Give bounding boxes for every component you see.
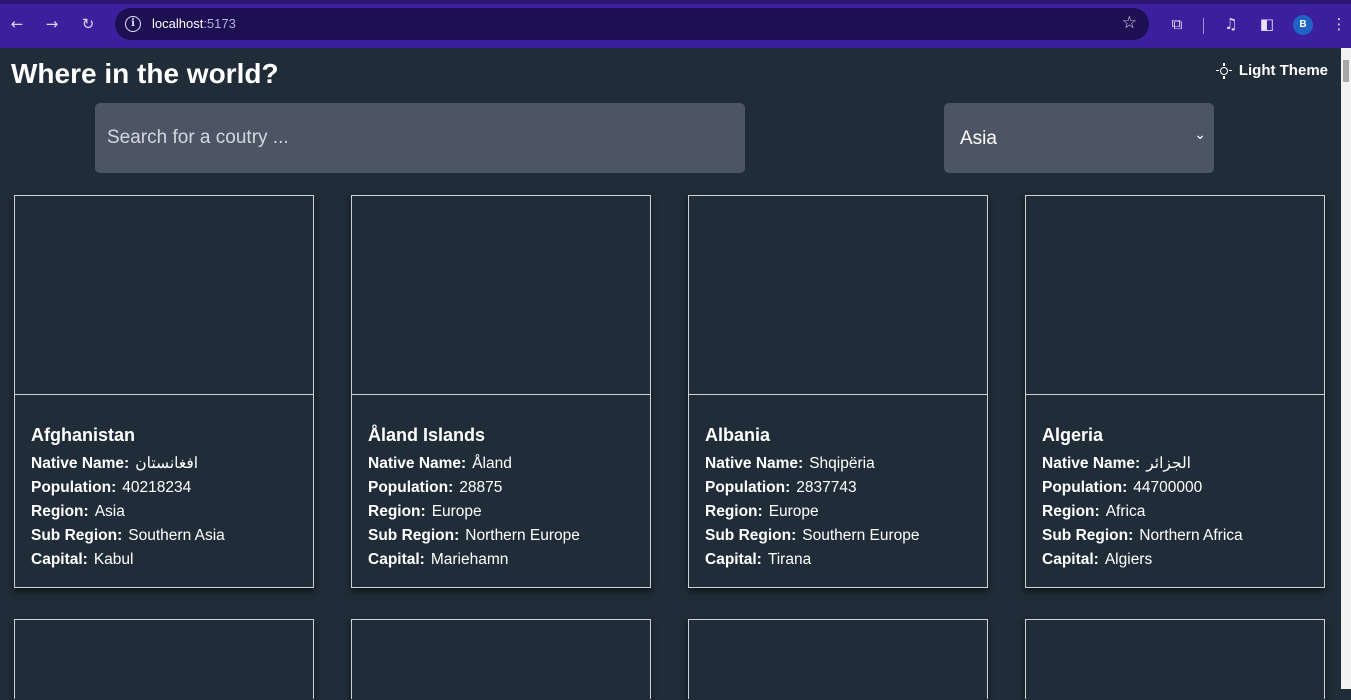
bookmark-star-icon[interactable]: ☆ [1122, 13, 1137, 33]
toolbar-divider [1203, 18, 1204, 34]
address-bar[interactable]: i localhost:5173 ☆ [115, 8, 1149, 40]
native-name-row: Native Name: الجزائر [1042, 455, 1191, 472]
sub-region-row: Sub Region: Southern Europe [705, 527, 920, 544]
url-text[interactable]: localhost:5173 [152, 16, 236, 31]
country-flag-image [689, 196, 987, 395]
country-flag-image [15, 620, 313, 700]
population-row: Population: 28875 [368, 479, 503, 496]
region-filter-select[interactable]: Asia ⌄ [944, 103, 1214, 173]
region-filter-value: Asia [960, 128, 997, 149]
reload-icon[interactable]: ↻ [77, 13, 99, 35]
country-card[interactable]: Åland Islands Native Name: Åland Populati… [351, 195, 651, 588]
country-card[interactable] [1025, 619, 1325, 700]
native-name-row: Native Name: افغانستان [31, 455, 199, 472]
forward-arrow-icon[interactable]: → [41, 13, 63, 35]
country-card[interactable] [688, 619, 988, 700]
site-info-icon[interactable]: i [125, 16, 141, 32]
profile-avatar[interactable]: B [1293, 15, 1313, 35]
extensions-icon[interactable]: ⧉ [1166, 13, 1188, 35]
population-row: Population: 40218234 [31, 479, 192, 496]
capital-row: Capital: Tirana [705, 551, 812, 568]
country-flag-image [689, 620, 987, 700]
side-panel-icon[interactable]: ◧ [1256, 13, 1278, 35]
search-input[interactable] [95, 103, 745, 173]
capital-row: Capital: Mariehamn [368, 551, 509, 568]
region-row: Region: Europe [368, 503, 482, 520]
country-name: Åland Islands [368, 425, 486, 445]
country-flag-image [352, 196, 650, 395]
sub-region-row: Sub Region: Northern Europe [368, 527, 580, 544]
country-flag-image [15, 196, 313, 395]
media-control-icon[interactable]: ♫ [1220, 13, 1242, 35]
country-flag-image [1026, 196, 1324, 395]
country-name: Algeria [1042, 425, 1104, 445]
theme-toggle-label: Light Theme [1238, 62, 1328, 79]
theme-toggle-button[interactable]: Light Theme [1215, 62, 1328, 79]
sub-region-row: Sub Region: Northern Africa [1042, 527, 1243, 544]
browser-toolbar: ← → ↻ i localhost:5173 ☆ ⧉ ♫ ◧ B ⋮ [0, 0, 1351, 48]
country-card[interactable]: Albania Native Name: Shqipëria Population… [688, 195, 988, 588]
country-card[interactable]: Afghanistan Native Name: افغانستان Popula… [14, 195, 314, 588]
country-name: Albania [705, 425, 771, 445]
population-row: Population: 44700000 [1042, 479, 1203, 496]
native-name-row: Native Name: Shqipëria [705, 455, 875, 472]
country-card[interactable] [14, 619, 314, 700]
back-arrow-icon[interactable]: ← [6, 13, 28, 35]
page-scrollbar[interactable] [1341, 48, 1351, 689]
country-name: Afghanistan [31, 425, 136, 445]
page-title: Where in the world? [11, 58, 279, 89]
region-row: Region: Europe [705, 503, 819, 520]
native-name-row: Native Name: Åland [368, 455, 512, 472]
region-row: Region: Asia [31, 503, 125, 520]
capital-row: Capital: Kabul [31, 551, 134, 568]
chevron-down-icon: ⌄ [1194, 127, 1206, 143]
browser-menu-icon[interactable]: ⋮ [1328, 13, 1350, 35]
capital-row: Capital: Algiers [1042, 551, 1153, 568]
country-card[interactable] [351, 619, 651, 700]
population-row: Population: 2837743 [705, 479, 857, 496]
country-flag-image [352, 620, 650, 700]
region-row: Region: Africa [1042, 503, 1146, 520]
country-card[interactable]: Algeria Native Name: الجزائر Population: 4… [1025, 195, 1325, 588]
sun-icon [1215, 62, 1232, 79]
page-content: Where in the world? Light Theme Asia ⌄ A… [0, 48, 1341, 700]
sub-region-row: Sub Region: Southern Asia [31, 527, 225, 544]
scrollbar-thumb[interactable] [1343, 60, 1349, 82]
country-flag-image [1026, 620, 1324, 700]
